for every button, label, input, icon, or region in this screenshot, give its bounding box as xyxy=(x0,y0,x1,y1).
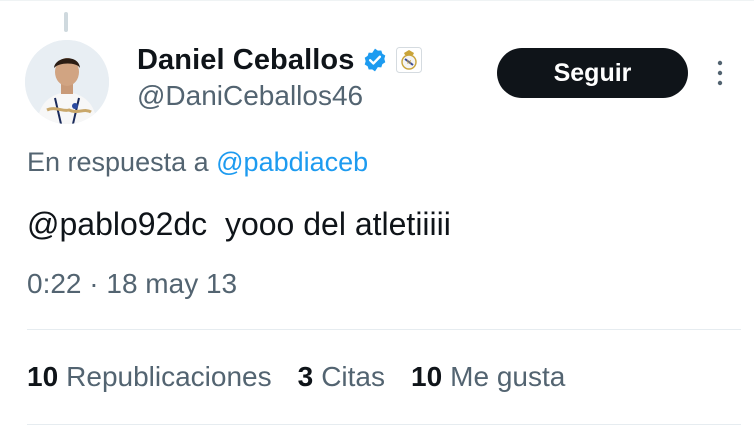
reply-prefix: En respuesta a xyxy=(27,147,209,177)
author-display-name[interactable]: Daniel Ceballos xyxy=(137,44,354,77)
tweet-text: @pablo92dc yooo del atletiiiii xyxy=(27,206,451,242)
avatar-photo xyxy=(25,40,109,124)
svg-text:M: M xyxy=(407,60,411,66)
thread-connector-line xyxy=(64,12,68,32)
reposts-stat[interactable]: 10 Republicaciones xyxy=(27,361,272,393)
quotes-label: Citas xyxy=(321,361,385,392)
likes-stat[interactable]: 10 Me gusta xyxy=(411,361,565,393)
follow-button[interactable]: Seguir xyxy=(497,48,688,98)
likes-count: 10 xyxy=(411,361,443,392)
reply-context: En respuesta a @pabdiaceb xyxy=(27,147,368,178)
verified-badge-icon xyxy=(362,47,388,73)
more-options-icon[interactable] xyxy=(713,58,727,88)
likes-label: Me gusta xyxy=(450,361,566,392)
quotes-stat[interactable]: 3 Citas xyxy=(298,361,385,393)
stats-top-divider xyxy=(27,329,741,330)
reposts-label: Republicaciones xyxy=(66,361,272,392)
avatar[interactable] xyxy=(25,40,109,124)
quotes-count: 3 xyxy=(297,361,314,392)
top-divider xyxy=(0,0,754,1)
engagement-stats: 10 Republicaciones 3 Citas 10 Me gusta xyxy=(27,361,591,393)
author-handle[interactable]: @DaniCeballos46 xyxy=(137,80,363,112)
club-crest-icon[interactable]: M xyxy=(396,47,423,73)
author-name-row: Daniel Ceballos M xyxy=(137,42,423,78)
tweet-timestamp[interactable]: 0:22 · 18 may 13 xyxy=(27,268,237,300)
reposts-count: 10 xyxy=(27,361,59,392)
reply-to-mention-link[interactable]: @pabdiaceb xyxy=(216,147,368,177)
stats-bottom-divider xyxy=(27,424,741,425)
